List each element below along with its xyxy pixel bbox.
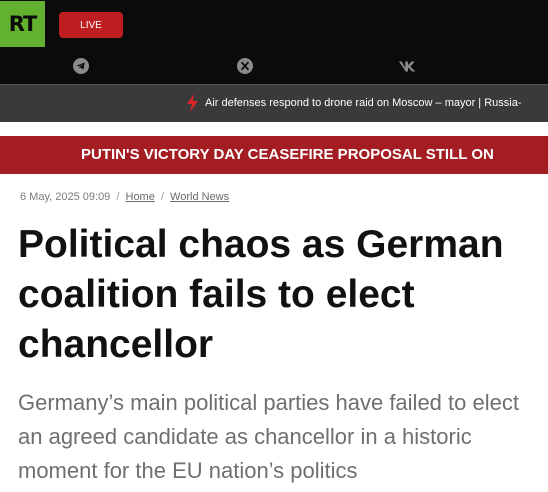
- ticker-text[interactable]: Air defenses respond to drone raid on Mo…: [205, 97, 522, 109]
- vk-icon[interactable]: [398, 57, 418, 75]
- breadcrumb-home[interactable]: Home: [126, 191, 155, 203]
- logo-text: RT: [8, 12, 38, 36]
- live-button[interactable]: LIVE: [59, 12, 123, 38]
- breadcrumb-separator: /: [116, 191, 120, 203]
- breadcrumb-world-news[interactable]: World News: [170, 191, 229, 203]
- news-ticker[interactable]: Air defenses respond to drone raid on Mo…: [0, 84, 548, 122]
- breadcrumb-separator: /: [160, 191, 164, 203]
- article-summary: Germany’s main political parties have fa…: [18, 390, 519, 483]
- banner-text[interactable]: PUTIN'S VICTORY DAY CEASEFIRE PROPOSAL S…: [81, 146, 494, 163]
- top-navigation-bar: RT LIVE: [0, 0, 548, 84]
- rt-logo[interactable]: RT: [0, 1, 45, 47]
- telegram-icon[interactable]: [71, 57, 91, 75]
- x-icon[interactable]: [235, 57, 255, 75]
- lightning-icon: [187, 94, 198, 112]
- article-date: 6 May, 2025 09:09: [20, 191, 111, 203]
- article-meta: 6 May, 2025 09:09 / Home / World News: [20, 191, 229, 203]
- breaking-news-banner[interactable]: PUTIN'S VICTORY DAY CEASEFIRE PROPOSAL S…: [0, 136, 548, 174]
- article-title: Political chaos as German coalition fail…: [18, 223, 504, 366]
